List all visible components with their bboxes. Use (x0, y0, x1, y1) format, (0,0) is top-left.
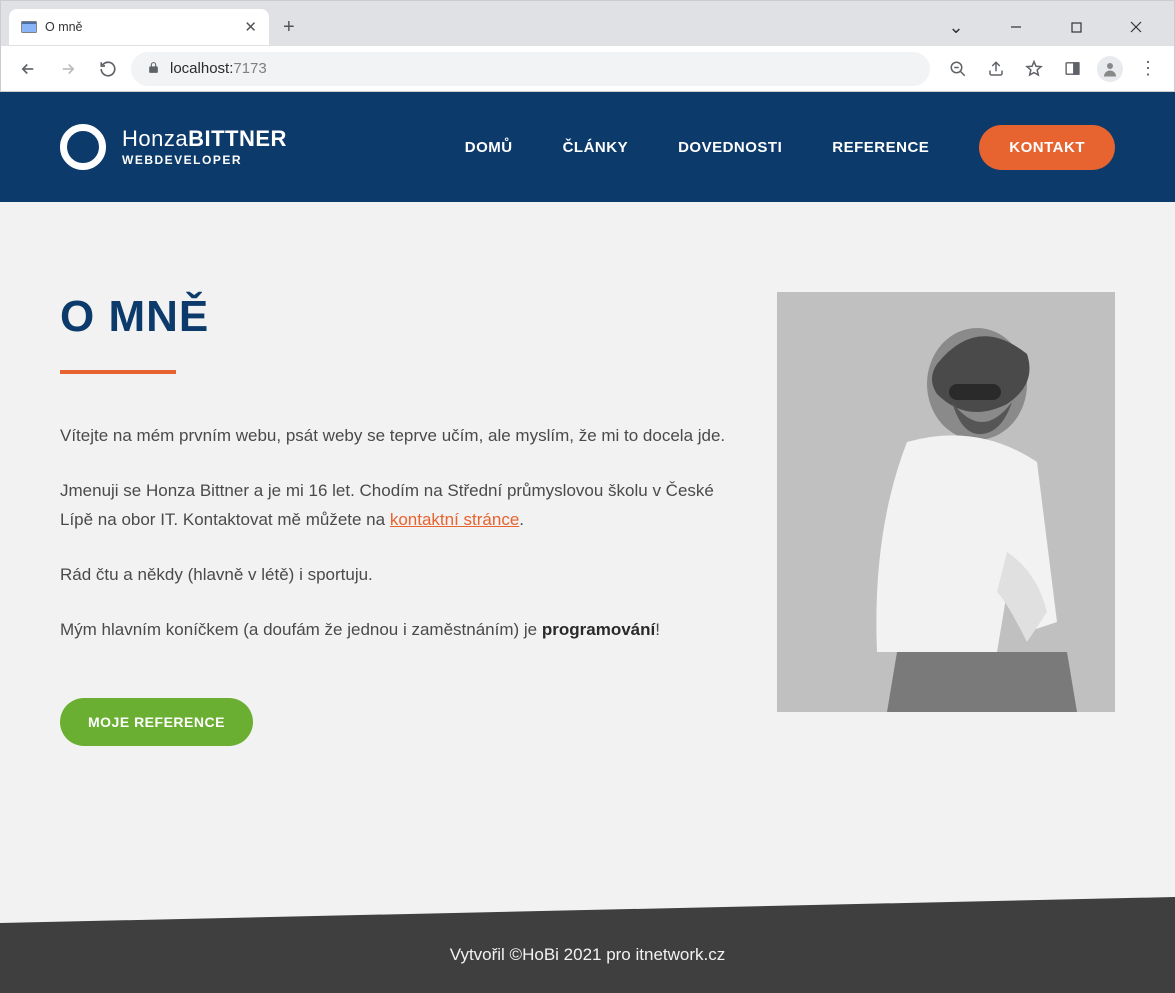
browser-toolbar: localhost:7173 ⋮ (1, 45, 1174, 91)
tab-strip: O mně ✕ + ⌄ (1, 1, 1174, 45)
close-window-icon[interactable] (1114, 11, 1158, 43)
tab-title: O mně (45, 20, 236, 34)
heading-underline (60, 370, 176, 374)
zoom-icon[interactable] (942, 53, 974, 85)
site-footer: Vytvořil ©HoBi 2021 pro itnetwork.cz (0, 923, 1175, 993)
nav-references[interactable]: REFERENCE (832, 139, 929, 156)
back-icon[interactable] (11, 52, 45, 86)
references-button[interactable]: MOJE REFERENCE (60, 698, 253, 746)
tabs-dropdown-icon[interactable]: ⌄ (934, 11, 978, 43)
minimize-icon[interactable] (994, 11, 1038, 43)
intro-paragraph-3: Rád čtu a někdy (hlavně v létě) i sportu… (60, 561, 747, 590)
share-icon[interactable] (980, 53, 1012, 85)
logo-name: HonzaBITTNER (122, 127, 287, 151)
window-controls: ⌄ (934, 11, 1166, 43)
profile-icon[interactable] (1094, 53, 1126, 85)
page: HonzaBITTNER WEBDEVELOPER DOMŮ ČLÁNKY DO… (0, 92, 1175, 993)
logo[interactable]: HonzaBITTNER WEBDEVELOPER (60, 124, 287, 170)
url-text: localhost:7173 (170, 60, 267, 77)
site-header: HonzaBITTNER WEBDEVELOPER DOMŮ ČLÁNKY DO… (0, 92, 1175, 202)
lock-icon (147, 61, 160, 77)
url-bar[interactable]: localhost:7173 (131, 52, 930, 86)
contact-link[interactable]: kontaktní stránce (390, 510, 519, 529)
nav-contact[interactable]: KONTAKT (979, 125, 1115, 170)
nav-skills[interactable]: DOVEDNOSTI (678, 139, 782, 156)
main-nav: DOMŮ ČLÁNKY DOVEDNOSTI REFERENCE KONTAKT (465, 125, 1115, 170)
favicon-icon (21, 19, 37, 35)
intro-paragraph-2: Jmenuji se Honza Bittner a je mi 16 let.… (60, 477, 747, 535)
intro-paragraph-1: Vítejte na mém prvním webu, psát weby se… (60, 422, 747, 451)
nav-articles[interactable]: ČLÁNKY (563, 139, 629, 156)
reload-icon[interactable] (91, 52, 125, 86)
logo-circle-icon (60, 124, 106, 170)
footer-wedge (0, 897, 1175, 923)
logo-subtitle: WEBDEVELOPER (122, 154, 287, 167)
bookmark-icon[interactable] (1018, 53, 1050, 85)
menu-icon[interactable]: ⋮ (1132, 53, 1164, 85)
browser-chrome: O mně ✕ + ⌄ (0, 0, 1175, 92)
new-tab-icon[interactable]: + (277, 16, 301, 39)
toolbar-icons: ⋮ (936, 53, 1164, 85)
intro-paragraph-4: Mým hlavním koníčkem (a doufám že jednou… (60, 616, 747, 645)
tab-close-icon[interactable]: ✕ (244, 18, 257, 36)
panel-icon[interactable] (1056, 53, 1088, 85)
maximize-icon[interactable] (1054, 11, 1098, 43)
forward-icon[interactable] (51, 52, 85, 86)
nav-home[interactable]: DOMŮ (465, 139, 513, 156)
browser-tab[interactable]: O mně ✕ (9, 9, 269, 45)
main-content: O MNĚ Vítejte na mém prvním webu, psát w… (0, 202, 1175, 923)
page-heading: O MNĚ (60, 292, 747, 342)
footer-wrap: Vytvořil ©HoBi 2021 pro itnetwork.cz (0, 923, 1175, 993)
profile-photo (777, 292, 1115, 712)
footer-text: Vytvořil ©HoBi 2021 pro itnetwork.cz (450, 945, 726, 964)
